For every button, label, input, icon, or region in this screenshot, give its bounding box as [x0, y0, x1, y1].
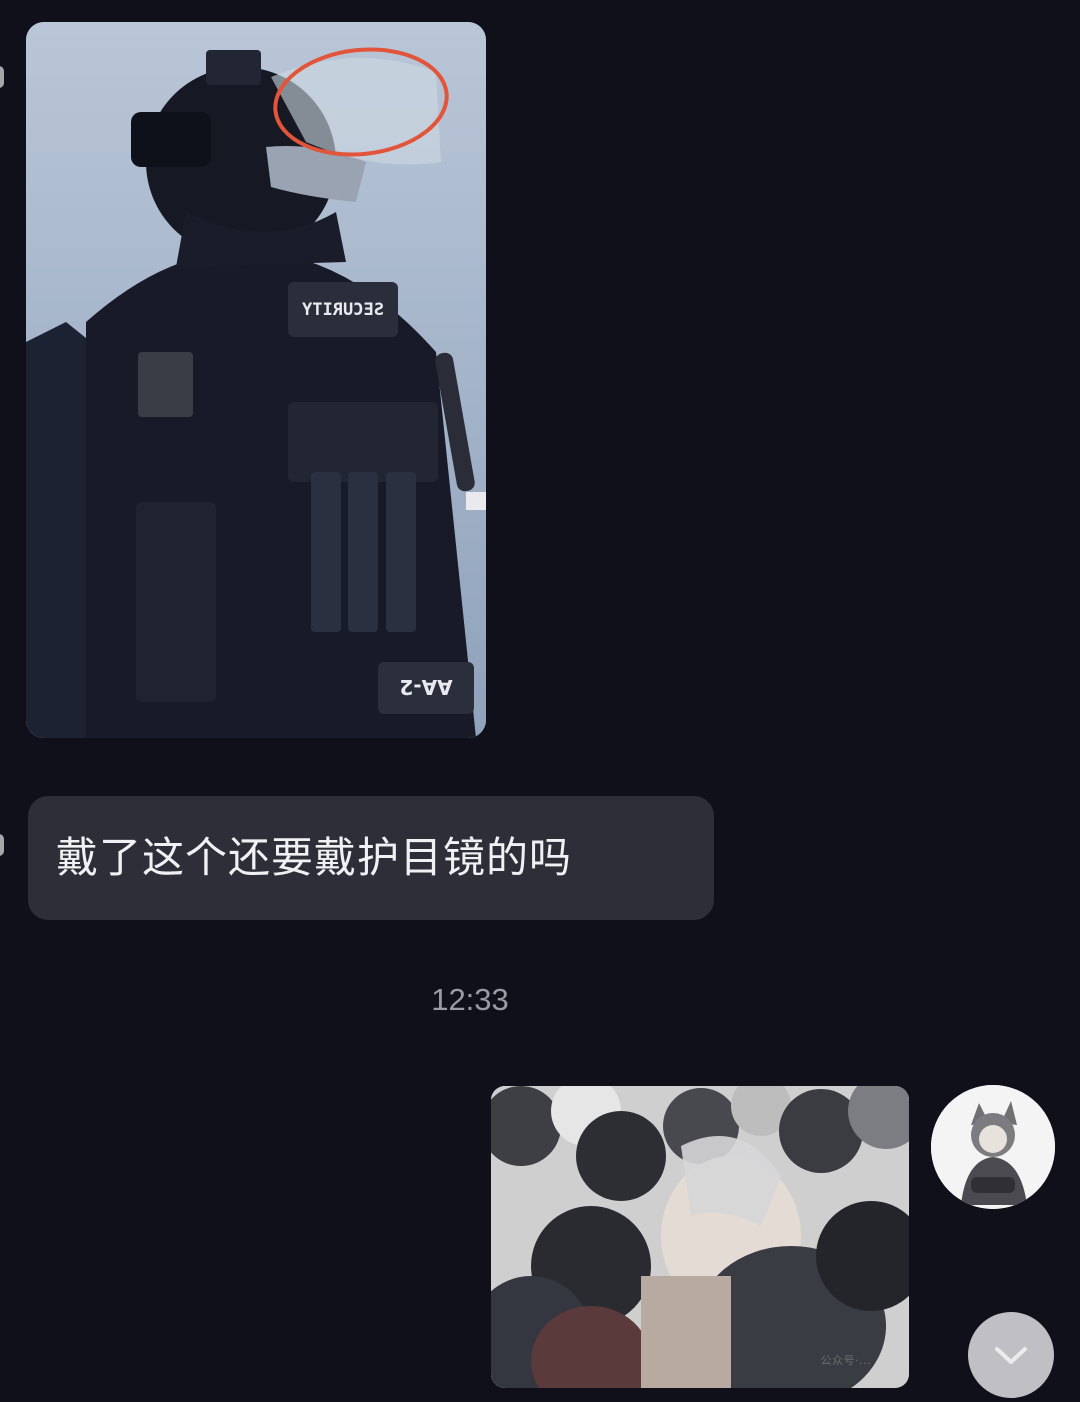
timestamp: 12:33	[431, 982, 509, 1017]
text-message-left[interactable]: 戴了这个还要戴护目镜的吗	[28, 796, 714, 920]
security-patch: SECURITY	[288, 282, 398, 337]
image-message-left[interactable]: SECURITY AA-2	[26, 22, 486, 738]
aa-2-patch: AA-2	[378, 662, 474, 714]
chevron-down-icon	[995, 1347, 1027, 1364]
scroll-to-bottom-button[interactable]	[968, 1312, 1054, 1398]
sender-avatar-edge[interactable]	[0, 66, 4, 88]
user-avatar[interactable]	[931, 1085, 1055, 1209]
sender-avatar-edge[interactable]	[0, 834, 4, 856]
image-watermark: 公众号·...	[820, 1354, 871, 1367]
avatar-illustration	[931, 1085, 1055, 1209]
image-message-right[interactable]: 公众号·...	[491, 1086, 909, 1388]
aa-2-label: AA-2	[399, 675, 452, 699]
message-text: 戴了这个还要戴护目镜的吗	[56, 833, 573, 882]
chat-window: SECURITY AA-2 戴了这个还要戴护目镜的吗 12:33 公众号·...	[0, 0, 1080, 1402]
tactical-gear-photo: SECURITY AA-2	[26, 22, 486, 738]
security-label: SECURITY	[301, 300, 384, 320]
crowd-photo	[491, 1086, 909, 1388]
